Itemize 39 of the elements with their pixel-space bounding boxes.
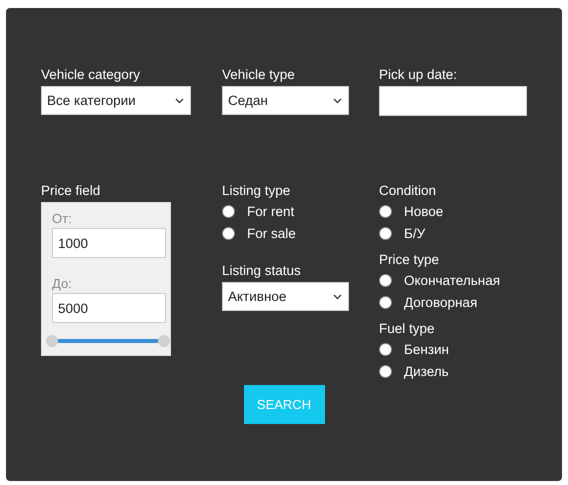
- group-label: Price type: [379, 252, 440, 267]
- chevron-icon[interactable]: [175, 98, 184, 104]
- input-field[interactable]: 1000: [52, 228, 166, 258]
- radio-label[interactable]: Договорная: [404, 294, 478, 310]
- field-label: Vehicle category: [41, 67, 142, 82]
- field-label: Vehicle type: [222, 67, 296, 82]
- radio-label[interactable]: Бензин: [404, 342, 450, 356]
- chevron-icon[interactable]: [333, 98, 342, 104]
- slider-handle[interactable]: [158, 335, 170, 347]
- date-field[interactable]: [379, 86, 527, 116]
- input-field[interactable]: 5000: [52, 293, 166, 323]
- field-label: До:: [52, 276, 73, 291]
- radio-label[interactable]: Окончательная: [404, 272, 500, 288]
- group-label: Fuel type: [379, 321, 436, 336]
- category-select[interactable]: Все категории: [41, 86, 191, 115]
- radio-button[interactable]: [379, 342, 392, 356]
- field-label: Price field: [41, 183, 102, 198]
- radio-button[interactable]: [379, 364, 392, 378]
- radio-button[interactable]: [222, 204, 235, 218]
- radio-button[interactable]: [379, 274, 392, 286]
- slider-handle[interactable]: [46, 335, 58, 347]
- type-select[interactable]: Седан: [222, 86, 349, 115]
- radio-label[interactable]: Новое: [404, 204, 444, 218]
- group-label: Condition: [379, 183, 438, 198]
- radio-label[interactable]: For rent: [247, 204, 294, 218]
- radio-label[interactable]: For sale: [247, 226, 296, 240]
- group-label: Listing type: [222, 183, 292, 198]
- field-label: Listing status: [222, 263, 302, 278]
- status-select[interactable]: Активное: [222, 282, 349, 311]
- radio-label[interactable]: Дизель: [404, 364, 449, 378]
- radio-button[interactable]: [379, 204, 392, 218]
- radio-button[interactable]: [379, 226, 392, 240]
- field-label: Pick up date:: [379, 67, 458, 82]
- radio-button[interactable]: [379, 296, 392, 308]
- radio-label[interactable]: Б/У: [404, 226, 426, 240]
- radio-button[interactable]: [222, 226, 235, 240]
- chevron-icon[interactable]: [333, 294, 342, 300]
- field-label: От:: [52, 211, 73, 226]
- range-slider[interactable]: [46, 335, 170, 347]
